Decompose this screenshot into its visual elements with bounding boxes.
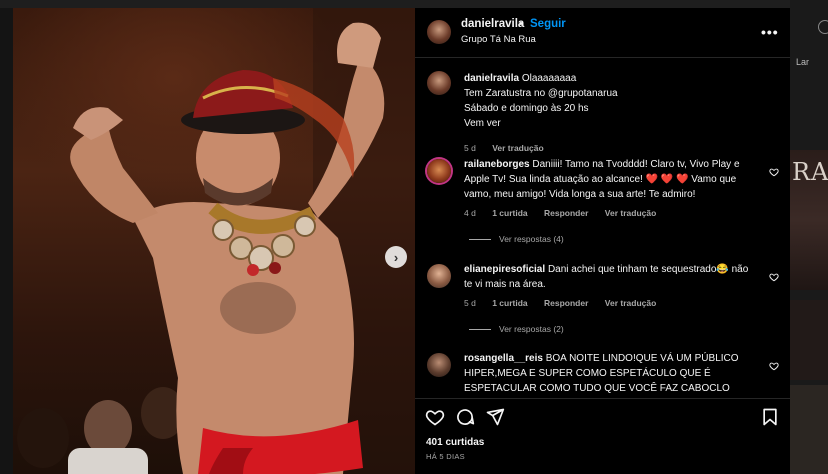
- caption-line: Vem ver: [464, 118, 501, 129]
- comment-username[interactable]: rosangella__reis: [464, 353, 543, 364]
- comment-username[interactable]: railaneborges: [464, 159, 530, 170]
- view-replies-button[interactable]: Ver respostas (2): [469, 324, 564, 334]
- comments-list[interactable]: danielravila Olaaaaaaaa Tem Zaratustra n…: [415, 59, 790, 397]
- feed-thumbnail: [790, 300, 828, 380]
- translate-link[interactable]: Ver tradução: [605, 298, 657, 308]
- comment-meta: 5 d 1 curtida Responder Ver tradução: [464, 298, 670, 308]
- view-replies-label: Ver respostas (4): [499, 234, 564, 244]
- comment-text: elianepiresoficial Dani achei que tinham…: [464, 262, 759, 292]
- divider-line: [469, 239, 491, 241]
- author-username[interactable]: danielravila: [461, 18, 524, 30]
- caption-text: danielravila Olaaaaaaaa Tem Zaratustra n…: [464, 71, 759, 131]
- post-image[interactable]: [13, 8, 415, 474]
- avatar[interactable]: [427, 20, 451, 44]
- avatar[interactable]: [427, 71, 451, 95]
- comment-meta: 4 d 1 curtida Responder Ver tradução: [464, 208, 670, 218]
- caption-line: Sábado e domingo às 20 hs: [464, 103, 589, 114]
- comment-meta: 5 d Ver tradução: [464, 143, 558, 153]
- performer-illustration: [17, 8, 415, 474]
- more-options-icon[interactable]: •••: [761, 24, 779, 40]
- close-icon[interactable]: [818, 20, 828, 34]
- comment-likes[interactable]: 1 curtida: [492, 298, 527, 308]
- post-date: HÁ 5 DIAS: [426, 452, 465, 461]
- post-panel: danielravila • Seguir Grupo Tá Na Rua ••…: [415, 8, 790, 474]
- post-actions: 401 curtidas HÁ 5 DIAS: [415, 398, 790, 474]
- comment-text: rosangella__reis BOA NOITE LINDO!QUE VÁ …: [464, 351, 759, 396]
- translate-link[interactable]: Ver tradução: [492, 143, 544, 153]
- chevron-right-icon: ›: [393, 249, 399, 265]
- carousel-next-button[interactable]: ›: [385, 246, 407, 268]
- heart-outline-icon[interactable]: [769, 167, 779, 177]
- reply-button[interactable]: Responder: [544, 298, 588, 308]
- send-icon[interactable]: [485, 407, 505, 427]
- comment-likes[interactable]: 1 curtida: [492, 208, 527, 218]
- comment-time: 5 d: [464, 298, 476, 308]
- likes-count[interactable]: 401 curtidas: [426, 437, 484, 448]
- caption-line: Olaaaaaaaa: [521, 73, 577, 84]
- caption-line: Tem Zaratustra no @grupotanarua: [464, 88, 618, 99]
- heart-outline-icon[interactable]: [769, 361, 779, 371]
- feed-thumbnail: [790, 385, 828, 474]
- avatar[interactable]: [427, 264, 451, 288]
- reply-button[interactable]: Responder: [544, 208, 588, 218]
- translate-link[interactable]: Ver tradução: [605, 208, 657, 218]
- comment-time: 5 d: [464, 143, 476, 153]
- heart-outline-icon[interactable]: [425, 407, 445, 427]
- view-replies-button[interactable]: Ver respostas (4): [469, 234, 564, 244]
- post-header: danielravila • Seguir Grupo Tá Na Rua ••…: [415, 8, 790, 58]
- divider-line: [469, 329, 491, 331]
- feed-poster-text: RA: [792, 158, 828, 186]
- avatar[interactable]: [427, 353, 451, 377]
- feed-top-strip: [0, 0, 828, 8]
- heart-outline-icon[interactable]: [769, 272, 779, 282]
- follow-button[interactable]: Seguir: [530, 18, 566, 30]
- bookmark-icon[interactable]: [760, 407, 780, 427]
- comment-username[interactable]: danielravila: [464, 73, 519, 84]
- separator-dot: •: [519, 18, 523, 30]
- feed-side-label: Lar: [796, 57, 810, 67]
- view-replies-label: Ver respostas (2): [499, 324, 564, 334]
- comment-text: railaneborges Daniiii! Tamo na Tvodddd! …: [464, 157, 759, 202]
- comment-icon[interactable]: [455, 407, 475, 427]
- comment-username[interactable]: elianepiresoficial: [464, 264, 545, 275]
- avatar[interactable]: [427, 159, 451, 183]
- comment-time: 4 d: [464, 208, 476, 218]
- post-location[interactable]: Grupo Tá Na Rua: [461, 34, 536, 45]
